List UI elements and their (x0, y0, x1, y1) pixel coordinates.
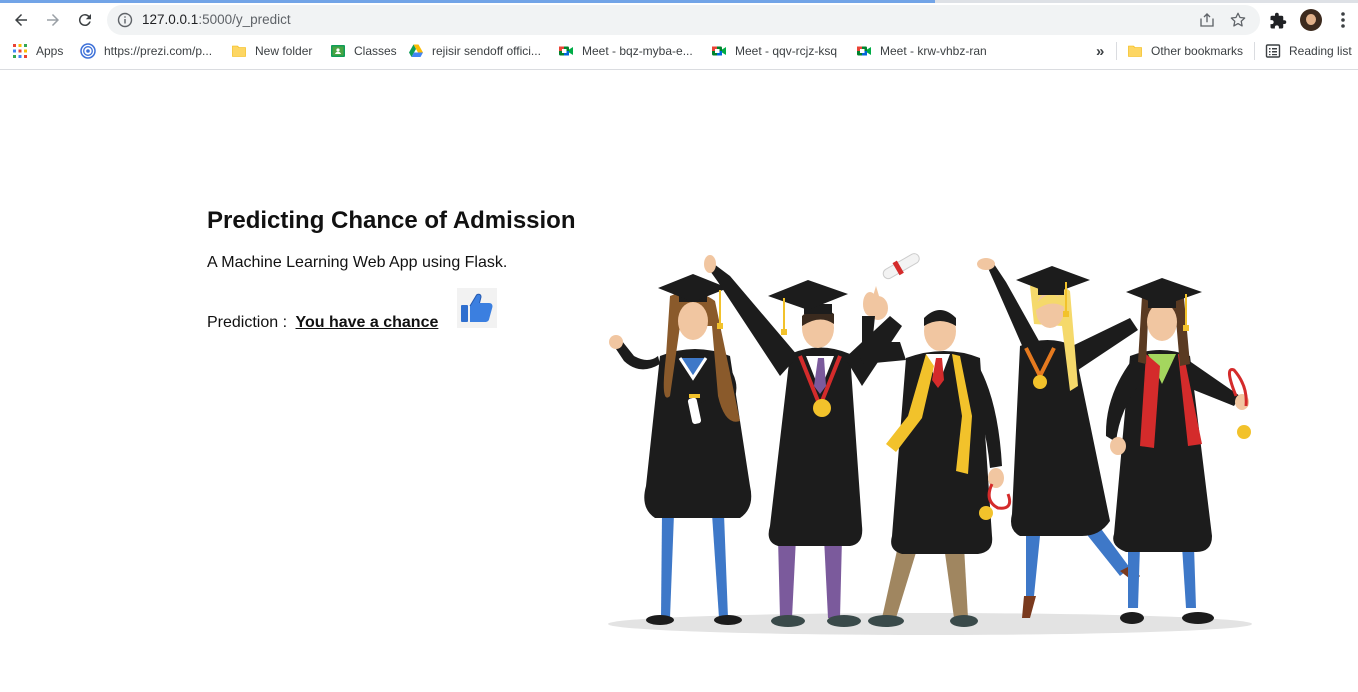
bookmark-classes[interactable]: Classes (330, 41, 397, 61)
arrow-right-icon (47, 14, 59, 26)
forward-button[interactable] (40, 7, 66, 33)
url-path: :5000/y_predict (198, 12, 291, 27)
page-content: Predicting Chance of Admission A Machine… (0, 71, 1358, 692)
browser-chrome: 127.0.0.1:5000/y_predict Apps https://pr… (0, 0, 1358, 70)
prediction-label: Prediction : (207, 314, 288, 331)
bookmark-meet-2[interactable]: Meet - qqv-rcjz-ksq (711, 41, 837, 61)
reading-list-label: Reading list (1289, 44, 1352, 58)
url-text[interactable]: 127.0.0.1:5000/y_predict (142, 12, 291, 27)
thumbs-up-icon (457, 288, 497, 328)
google-meet-icon (559, 46, 573, 56)
extensions-puzzle-icon[interactable] (1269, 12, 1287, 30)
graduate-man-center (858, 292, 1012, 627)
folder-icon (1128, 45, 1142, 57)
profile-avatar[interactable] (1300, 9, 1322, 31)
share-icon[interactable] (1198, 11, 1216, 29)
address-bar[interactable]: 127.0.0.1:5000/y_predict (107, 5, 1260, 35)
google-meet-icon (712, 46, 726, 56)
reload-icon (78, 14, 91, 27)
bookmark-label: Meet - qqv-rcjz-ksq (735, 44, 838, 58)
info-icon[interactable] (117, 12, 133, 28)
reload-button[interactable] (72, 7, 98, 33)
prediction-line: Prediction : You have a chance (207, 314, 438, 332)
page-title: Predicting Chance of Admission (207, 207, 576, 234)
arrow-left-icon (15, 14, 27, 26)
kebab-menu-icon[interactable] (1335, 10, 1351, 30)
bookmark-prezi[interactable]: https://prezi.com/p... (80, 41, 212, 61)
reading-list-icon (1265, 44, 1281, 58)
bookmark-label: Meet - krw-vhbz-ran (880, 44, 987, 58)
bookmarks-overflow-button[interactable]: » (1096, 41, 1104, 61)
google-drive-icon (409, 44, 423, 57)
bookmark-label: Classes (354, 44, 397, 58)
prediction-result: You have a chance (295, 314, 439, 331)
google-classroom-icon (331, 45, 345, 57)
graduates-celebrating-illustration (608, 253, 1252, 635)
bookmark-star-icon[interactable] (1229, 11, 1247, 29)
other-bookmarks-button[interactable]: Other bookmarks (1127, 41, 1243, 61)
browser-toolbar: 127.0.0.1:5000/y_predict (0, 3, 1358, 37)
bookmarks-bar: Apps https://prezi.com/p... New folder C… (0, 38, 1358, 64)
folder-icon (232, 45, 246, 57)
bookmark-new-folder[interactable]: New folder (231, 41, 312, 61)
bookmark-label: Meet - bqz-myba-e... (582, 44, 693, 58)
back-button[interactable] (8, 7, 34, 33)
bookmark-label: https://prezi.com/p... (104, 44, 213, 58)
overflow-chevron-icon: » (1096, 42, 1105, 60)
other-bookmarks-label: Other bookmarks (1151, 44, 1244, 58)
graduate-woman-left (609, 274, 752, 625)
ground-shadow (608, 613, 1252, 635)
page-subtitle: A Machine Learning Web App using Flask. (207, 254, 508, 271)
google-meet-icon (857, 46, 871, 56)
prezi-icon (80, 43, 96, 59)
bookmark-meet-3[interactable]: Meet - krw-vhbz-ran (856, 41, 987, 61)
reading-list-button[interactable]: Reading list (1265, 41, 1352, 61)
bookmark-label: New folder (255, 44, 313, 58)
bookmarks-divider (1116, 42, 1117, 60)
bookmark-apps[interactable]: Apps (12, 41, 63, 61)
bookmarks-divider (1254, 42, 1255, 60)
bookmark-rejisir[interactable]: rejisir sendoff offici... (408, 41, 541, 61)
bookmark-meet-1[interactable]: Meet - bqz-myba-e... (558, 41, 693, 61)
bookmark-label: rejisir sendoff offici... (432, 44, 541, 58)
apps-grid-icon (13, 44, 27, 58)
bookmark-label: Apps (36, 44, 64, 58)
avatar-face (1306, 14, 1316, 25)
url-host: 127.0.0.1 (142, 12, 199, 27)
